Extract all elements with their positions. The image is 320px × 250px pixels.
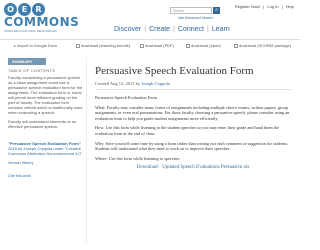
header-divider xyxy=(0,39,300,40)
download-toolbar: ▸ Import to Google Docs download (teachi… xyxy=(0,41,300,50)
nav-learn[interactable]: Learn xyxy=(212,26,230,33)
site-header: O E R COMMONS OPEN EDUCATIONAL RESOURCES… xyxy=(0,0,300,40)
nav-separator: | xyxy=(144,26,147,33)
nav-separator: | xyxy=(206,26,209,33)
import-google-docs-label: Import to Google Docs xyxy=(17,43,58,48)
download-row: Download: Updated Speech Evaluations Per… xyxy=(95,165,291,171)
cite-work-link[interactable]: Cite this work xyxy=(8,174,84,179)
oer-commons-logo[interactable]: O E R COMMONS OPEN EDUCATIONAL RESOURCES xyxy=(4,3,80,33)
checkbox-icon xyxy=(186,43,190,48)
document-body: Persuasive Speech Evaluation Form What: … xyxy=(95,95,291,171)
author-link[interactable]: Joseph Coppola xyxy=(141,81,170,86)
main-nav: Discover | Create | Connect | Learn xyxy=(114,26,230,33)
help-link[interactable]: Help xyxy=(286,4,294,9)
download-teaching-bundle-label: download (teaching bundle) xyxy=(81,43,131,48)
document-meta: Created Aug 12, 2015 by Joseph Coppola xyxy=(95,81,170,86)
download-teaching-bundle-button[interactable]: download (teaching bundle) xyxy=(76,43,130,48)
nav-create[interactable]: Create xyxy=(149,26,170,33)
tab-summary[interactable]: SUMMARY xyxy=(8,58,46,65)
body-paragraph: What: Faculty may consider many forms of… xyxy=(95,104,290,121)
checkbox-icon xyxy=(76,43,80,48)
search-icon: ⌕ xyxy=(215,7,218,13)
created-label: Created xyxy=(95,81,109,86)
resource-goal: Faculty will understand elements of an e… xyxy=(8,119,77,129)
sidebar: SUMMARY TABLE OF CONTENTS Faculty consid… xyxy=(8,58,84,179)
download-pdf-label: download (PDF) xyxy=(145,43,174,48)
logo-tagline: OPEN EDUCATIONAL RESOURCES xyxy=(4,29,57,33)
register-link[interactable]: Register Now! xyxy=(235,4,260,9)
nav-connect[interactable]: Connect xyxy=(178,26,204,33)
document-panel: Persuasive Speech Evaluation Form Create… xyxy=(86,58,298,244)
search-button[interactable]: ⌕ xyxy=(213,7,220,14)
page-title: Persuasive Speech Evaluation Form xyxy=(95,65,254,77)
download-scorm-label: download (SCORM package) xyxy=(239,43,292,48)
import-google-docs-button[interactable]: ▸ Import to Google Docs xyxy=(14,43,57,48)
download-file-link[interactable]: Updated Speech Evaluations Persuasive.xl… xyxy=(162,165,249,170)
download-label: Download: xyxy=(136,165,159,171)
nav-separator: | xyxy=(173,26,175,33)
google-docs-icon: ▸ xyxy=(14,43,17,48)
separator: | xyxy=(263,4,265,9)
checkbox-icon xyxy=(234,43,238,48)
download-epub-button[interactable]: download (epub) xyxy=(186,43,221,48)
download-scorm-button[interactable]: download (SCORM package) xyxy=(234,43,291,48)
download-pdf-button[interactable]: download (PDF) xyxy=(140,43,174,48)
by-label: by xyxy=(135,81,141,86)
body-paragraph: Where: Use this form while listening to … xyxy=(95,155,180,161)
checkbox-icon xyxy=(140,43,144,48)
title-divider xyxy=(95,89,291,90)
login-link[interactable]: Log In xyxy=(267,4,278,9)
account-links: Register Now! | Log In | Help xyxy=(233,4,294,9)
nav-discover[interactable]: Discover xyxy=(114,26,141,33)
citation: "Persuasive Speech Evaluation Form" 2015… xyxy=(8,141,84,156)
resource-description: Faculty considering a persuasive speech … xyxy=(8,75,83,115)
advanced-search-link[interactable]: Use Advanced Search xyxy=(178,16,213,20)
body-paragraph: Persuasive Speech Evaluation Form xyxy=(95,95,157,100)
version-history-link[interactable]: Version History xyxy=(8,161,84,166)
download-epub-label: download (epub) xyxy=(191,43,221,48)
separator: | xyxy=(281,4,283,9)
citation-text: 2015 by Joseph Coppola under "Creative C… xyxy=(8,146,83,156)
body-paragraph: How: Use this form while listening to th… xyxy=(95,125,279,136)
created-date: Aug 12, 2015 xyxy=(109,81,135,86)
logo-word: COMMONS xyxy=(4,15,80,29)
search-input[interactable]: Search xyxy=(170,7,212,14)
toc-heading[interactable]: TABLE OF CONTENTS xyxy=(8,68,84,73)
body-paragraph: Why: Save yourself some time by using a … xyxy=(95,140,289,152)
